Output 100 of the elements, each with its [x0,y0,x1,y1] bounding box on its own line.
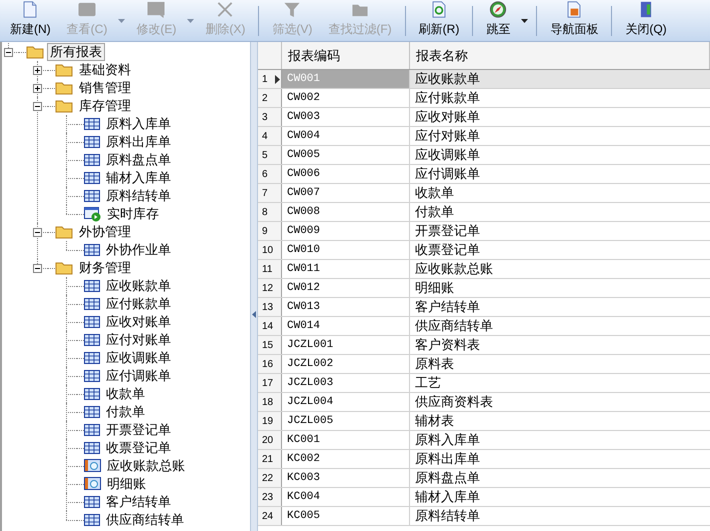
row-number: 16 [262,358,274,372]
row-header[interactable]: 7 [258,184,282,202]
toolbar-button[interactable]: 跳至 [478,0,518,40]
door-icon [638,0,654,18]
table-icon [84,406,100,418]
row-header[interactable]: 18 [258,393,282,411]
tree-item[interactable]: 所有报表 [47,43,105,61]
table-cell-text: 工艺 [414,374,442,392]
collapse-icon[interactable] [33,228,42,236]
row-header[interactable]: 11 [258,260,282,278]
row-number: 18 [262,396,274,410]
collapse-icon[interactable] [33,264,42,272]
toolbar-button[interactable]: 新建(N) [2,0,59,40]
table-cell-text: 开票登记单 [414,222,481,240]
row-header[interactable]: 8 [258,203,282,221]
row-header[interactable]: 5 [258,146,282,164]
row-header[interactable]: 24 [258,507,282,525]
table-cell-text: 供应商结转单 [414,317,494,335]
row-number: 5 [262,148,268,162]
row-number: 22 [262,472,274,486]
toolbar-button[interactable]: 关闭(Q) [617,0,675,40]
tree-item[interactable]: 收票登记单 [103,439,174,457]
row-header[interactable]: 20 [258,431,282,449]
tree-item[interactable]: 实时库存 [104,205,162,223]
tree-item[interactable]: 外协管理 [76,223,134,241]
table-cell-text: 客户资料表 [414,336,481,354]
tree-item[interactable]: 应付调账单 [103,367,174,385]
tree-item[interactable]: 供应商结转单 [103,511,187,529]
row-header[interactable]: 19 [258,412,282,430]
row-header[interactable]: 23 [258,488,282,506]
table-cell-text: 辅材入库单 [414,488,481,506]
toolbar-button[interactable]: 刷新(R) [410,0,468,40]
row-header[interactable]: 15 [258,336,282,354]
tree-item[interactable]: 付款单 [103,403,148,421]
table-cell: CW008 [282,203,410,221]
expand-icon[interactable] [33,66,42,74]
tree-item[interactable]: 明细账 [104,475,149,493]
tree-item[interactable]: 原料结转单 [103,187,174,205]
row-header[interactable]: 21 [258,450,282,468]
table-icon [84,388,100,400]
tree-item[interactable]: 应收对账单 [103,313,174,331]
folder-icon [26,45,44,59]
table-cell: CW014 [282,317,410,335]
table-cell: JCZL005 [282,412,410,430]
toolbar-button[interactable]: 导航面板 [542,0,606,40]
row-header[interactable]: 13 [258,298,282,316]
row-header[interactable]: 22 [258,469,282,487]
table-cell-text: 收票登记单 [414,241,481,259]
column-header[interactable]: 报表编码 [282,42,410,69]
tree-item[interactable]: 原料盘点单 [103,151,174,169]
table-icon [84,370,100,382]
tree-item[interactable]: 应收账款单 [103,277,174,295]
row-header[interactable]: 14 [258,317,282,335]
tree-item[interactable]: 销售管理 [76,79,134,97]
row-number: 23 [262,490,274,504]
row-header[interactable]: 9 [258,222,282,240]
table-cell-text: 原料入库单 [414,431,481,449]
table-cell-text: 应付对账单 [414,127,481,145]
tree-item[interactable]: 应收调账单 [103,349,174,367]
tree-item[interactable]: 财务管理 [76,259,134,277]
row-header[interactable]: 12 [258,279,282,297]
tree-item[interactable]: 应付对账单 [103,331,174,349]
table-cell-text: 应收账款总账 [414,260,494,278]
table-cell-text: 明细账 [414,279,455,297]
row-header[interactable]: 1 [258,70,282,88]
row-header[interactable]: 6 [258,165,282,183]
table-cell-text: 原料结转单 [414,507,481,525]
table-icon [84,280,100,292]
table-cell: JCZL002 [282,355,410,373]
tree-item[interactable]: 外协作业单 [103,241,174,259]
row-header[interactable]: 16 [258,355,282,373]
table-cell: KC001 [282,431,410,449]
window-icon [77,0,97,18]
tree-item[interactable]: 收款单 [103,385,148,403]
table-icon [84,352,100,364]
table-cell-text: 应付账款单 [414,89,481,107]
table-icon [84,172,100,184]
table-cell-text: 客户结转单 [414,298,481,316]
tree-item[interactable]: 库存管理 [76,97,134,115]
row-header[interactable]: 2 [258,89,282,107]
dropdown-arrow-icon[interactable] [521,18,528,22]
column-header[interactable]: 报表名称 [410,42,710,69]
row-header[interactable]: 4 [258,127,282,145]
table-icon [84,136,100,148]
row-header[interactable]: 3 [258,108,282,126]
collapse-left-icon[interactable] [252,311,256,318]
expand-icon[interactable] [33,84,42,92]
row-header[interactable]: 10 [258,241,282,259]
collapse-icon[interactable] [4,48,13,56]
row-number: 19 [262,414,274,428]
collapse-icon[interactable] [33,102,42,110]
tree-item[interactable]: 原料出库单 [103,133,174,151]
tree-item[interactable]: 应收账款总账 [104,457,188,475]
row-header[interactable]: 17 [258,374,282,392]
tree-item[interactable]: 应付账款单 [103,295,174,313]
tree-item[interactable]: 基础资料 [76,61,134,79]
tree-item[interactable]: 客户结转单 [103,493,174,511]
tree-item[interactable]: 开票登记单 [103,421,174,439]
tree-item[interactable]: 辅材入库单 [103,169,174,187]
tree-item[interactable]: 原料入库单 [103,115,174,133]
